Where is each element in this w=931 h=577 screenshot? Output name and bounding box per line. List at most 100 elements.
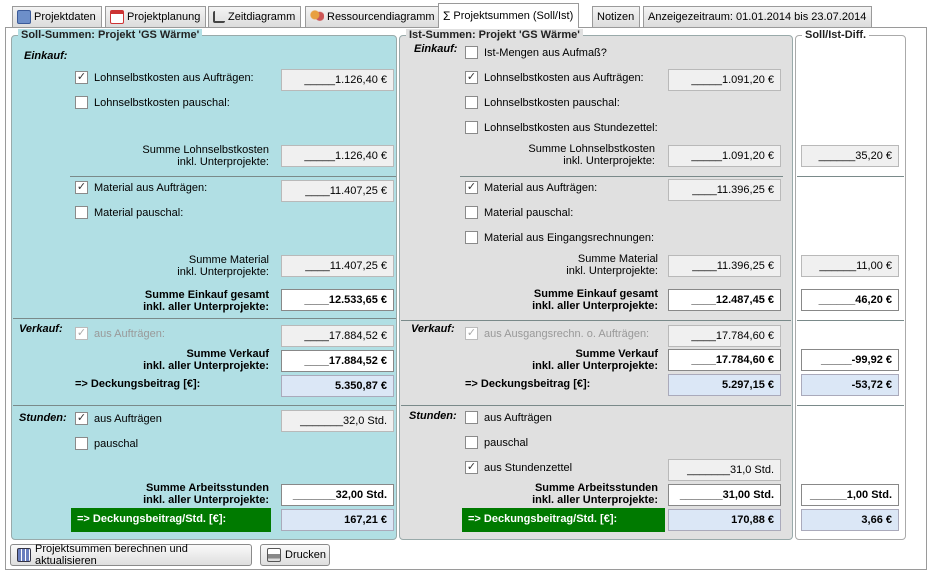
soll-std-auftraege-value: _______32,0 Std. [281,410,394,432]
ist-verk-ausgang-checkbox: ✓ [465,327,478,340]
divider [797,405,904,406]
divider [13,318,396,319]
diff-group: Soll/Ist-Diff. [795,29,906,540]
soll-mat-auftraege-value: ____11.407,25 € [281,180,394,202]
tab-bar: Projektdaten Projektplanung Zeitdiagramm… [0,0,931,28]
diff-verkauf-value: _____-99,92 € [801,349,899,371]
ist-lohn-pauschal-checkbox[interactable] [465,96,478,109]
ist-std-auftraege-checkbox[interactable] [465,411,478,424]
ist-summe-einkauf-label: Summe Einkauf gesamt inkl. aller Unterpr… [532,288,658,312]
calendar-icon [110,10,124,24]
soll-std-pauschal-row: pauschal [75,437,138,450]
soll-summe-einkauf-label: Summe Einkauf gesamt inkl. aller Unterpr… [143,289,269,313]
ist-summe-verkauf-value: ____17.784,60 € [668,349,781,371]
soll-einkauf-label: Einkauf: [24,50,68,62]
divider [13,405,396,406]
soll-db-std-label: => Deckungsbeitrag/Std. [€]: [71,508,271,532]
soll-lohn-auftraege-checkbox[interactable]: ✓ [75,71,88,84]
diff-db-value: -53,72 € [801,374,899,396]
soll-lohn-pauschal-checkbox[interactable] [75,96,88,109]
tab-notizen[interactable]: Notizen [592,6,641,27]
ist-verk-ausgang-row: ✓ aus Ausgangsrechn. o. Aufträgen: [465,327,650,340]
ist-lohn-auftraege-checkbox[interactable]: ✓ [465,71,478,84]
people-icon [310,10,324,24]
soll-summe-verkauf-label: Summe Verkauf inkl. aller Unterprojekte: [143,348,269,372]
ist-summe-lohn-label: Summe Lohnselbstkosten inkl. Unterprojek… [528,143,655,167]
soll-mat-auftraege-checkbox[interactable]: ✓ [75,181,88,194]
soll-lohn-auftraege-value: _____1.126,40 € [281,69,394,91]
soll-mat-auftraege-row: ✓ Material aus Aufträgen: [75,181,208,194]
ist-title: Ist-Summen: Projekt 'GS Wärme' [406,29,583,41]
ist-summe-lohn-value: _____1.091,20 € [668,145,781,167]
ist-verk-ausgang-value: ____17.784,60 € [668,325,781,347]
soll-summe-mat-value: ____11.407,25 € [281,255,394,277]
soll-verk-auftraege-checkbox: ✓ [75,327,88,340]
ist-lohn-auftraege-value: _____1.091,20 € [668,69,781,91]
ist-db-label: => Deckungsbeitrag [€]: [465,378,591,390]
soll-summe-verkauf-value: ____17.884,52 € [281,350,394,372]
ist-lohn-stundenzettel-checkbox[interactable] [465,121,478,134]
soll-mat-pauschal-checkbox[interactable] [75,206,88,219]
soll-summe-lohn-label: Summe Lohnselbstkosten inkl. Unterprojek… [142,144,269,168]
soll-lohn-pauschal-row: Lohnselbstkosten pauschal: [75,96,230,109]
ist-mat-auftraege-checkbox[interactable]: ✓ [465,181,478,194]
soll-db-label: => Deckungsbeitrag [€]: [75,378,201,390]
tab-projektplanung[interactable]: Projektplanung [105,6,207,27]
soll-stunden-label: Stunden: [19,412,67,424]
diff-mat-value: ______11,00 € [801,255,899,277]
tab-projektdaten[interactable]: Projektdaten [12,6,102,27]
tab-projektsummen[interactable]: Σ Projektsummen (Soll/Ist) [438,3,580,28]
ist-mat-pauschal-row: Material pauschal: [465,206,573,219]
divider [460,176,783,177]
tab-anzeigezeitraum[interactable]: Anzeigezeitraum: 01.01.2014 bis 23.07.20… [643,6,873,27]
soll-title: Soll-Summen: Projekt 'GS Wärme' [18,29,203,41]
ist-mengen-checkbox[interactable] [465,46,478,59]
soll-db-std-value: 167,21 € [281,509,394,531]
printer-icon [267,548,281,562]
ist-summe-verkauf-label: Summe Verkauf inkl. aller Unterprojekte: [532,348,658,372]
soll-summe-einkauf-value: ____12.533,65 € [281,289,394,311]
soll-summe-lohn-value: _____1.126,40 € [281,145,394,167]
ist-std-pauschal-checkbox[interactable] [465,436,478,449]
soll-group: Soll-Summen: Projekt 'GS Wärme' [11,29,397,540]
soll-summe-std-label: Summe Arbeitsstunden inkl. aller Unterpr… [143,482,269,506]
tab-zeitdiagramm[interactable]: Zeitdiagramm [208,6,302,27]
ist-mengen-row: Ist-Mengen aus Aufmaß? [465,46,607,59]
divider [401,320,791,321]
soll-summe-mat-label: Summe Material inkl. Unterprojekte: [177,254,269,278]
soll-db-value: 5.350,87 € [281,375,394,397]
ist-mat-eingang-row: Material aus Eingangsrechnungen: [465,231,654,244]
ist-mat-auftraege-row: ✓ Material aus Aufträgen: [465,181,598,194]
print-button[interactable]: Drucken [260,544,330,566]
soll-std-auftraege-checkbox[interactable]: ✓ [75,412,88,425]
ist-mat-pauschal-checkbox[interactable] [465,206,478,219]
ist-summe-std-label: Summe Arbeitsstunden inkl. aller Unterpr… [532,482,658,506]
ist-std-zettel-row: ✓ aus Stundenzettel [465,461,573,474]
ist-summe-std-value: _______31,00 Std. [668,484,781,506]
soll-summe-std-value: _______32,00 Std. [281,484,394,506]
soll-mat-pauschal-row: Material pauschal: [75,206,183,219]
ist-stunden-label: Stunden: [409,410,457,422]
ist-summe-einkauf-value: ____12.487,45 € [668,289,781,311]
ist-std-zettel-value: _______31,0 Std. [668,459,781,481]
ist-summe-mat-value: ____11.396,25 € [668,255,781,277]
recalc-button[interactable]: Projektsummen berechnen und aktualisiere… [10,543,252,567]
ist-verkauf-label: Verkauf: [411,323,455,335]
soll-verk-auftraege-row: ✓ aus Aufträgen: [75,327,165,340]
ist-std-auftraege-row: aus Aufträgen [465,411,552,424]
divider [70,176,396,177]
ist-db-value: 5.297,15 € [668,374,781,396]
ist-mat-eingang-checkbox[interactable] [465,231,478,244]
soll-std-auftraege-row: ✓ aus Aufträgen [75,412,162,425]
soll-std-pauschal-checkbox[interactable] [75,437,88,450]
ist-lohn-auftraege-row: ✓ Lohnselbstkosten aus Aufträgen: [465,71,644,84]
divider [401,405,791,406]
ist-lohn-pauschal-row: Lohnselbstkosten pauschal: [465,96,620,109]
diff-title: Soll/Ist-Diff. [802,29,870,41]
diff-lohn-value: ______35,20 € [801,145,899,167]
soll-verk-auftraege-value: ____17.884,52 € [281,325,394,347]
tab-ressourcendiagramm[interactable]: Ressourcendiagramm [305,6,441,27]
diff-std-value: ______1,00 Std. [801,484,899,506]
ist-std-zettel-checkbox[interactable]: ✓ [465,461,478,474]
sigma-icon: Σ [443,9,451,23]
